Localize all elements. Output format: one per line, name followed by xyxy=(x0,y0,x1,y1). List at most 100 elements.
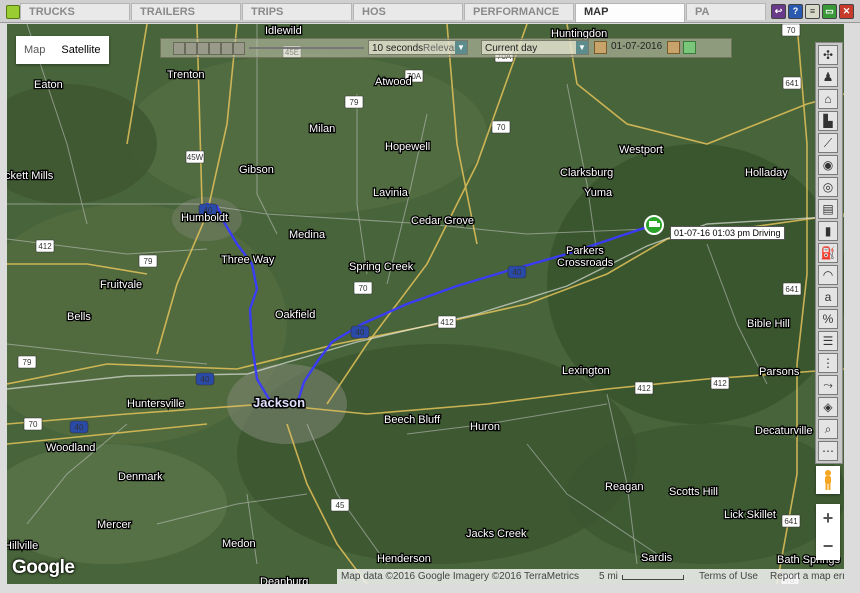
place-label: Hopewell xyxy=(385,141,430,153)
route-shield-label: 45W xyxy=(187,153,204,162)
zoom-out-button[interactable]: − xyxy=(816,532,840,560)
signal-icon[interactable]: ◠ xyxy=(818,265,838,285)
tab-map[interactable]: MAP xyxy=(575,3,685,22)
step-back-icon[interactable] xyxy=(185,42,197,55)
skip-start-icon[interactable] xyxy=(173,42,185,55)
tab-bar: TRUCKS TRAILERS TRIPS HOS PERFORMANCE MA… xyxy=(0,0,860,23)
place-label: Medon xyxy=(222,538,256,550)
route-shield-label: 641 xyxy=(784,517,798,526)
app-icon[interactable] xyxy=(6,5,20,19)
place-label: Huntersville xyxy=(127,398,184,410)
route-shield-icon: 641 xyxy=(782,282,802,296)
layers-icon[interactable]: ◈ xyxy=(818,397,838,417)
more-icon[interactable]: ⋯ xyxy=(818,441,838,461)
truck-icon[interactable]: ◉ xyxy=(818,155,838,175)
map-type-satellite-button[interactable]: Satellite xyxy=(53,36,108,64)
route-shield-label: 70 xyxy=(29,420,38,429)
playback-toolbar: 10 seconds Relevant ▼ Current day ▼ 01-0… xyxy=(160,38,732,58)
place-label: Yuma xyxy=(584,187,613,199)
route-shield-icon: 412 xyxy=(35,239,55,253)
report-error-link[interactable]: Report a map error xyxy=(770,569,844,584)
place-label: Three Way xyxy=(221,254,275,266)
route-shield-label: 40 xyxy=(201,375,210,384)
route-shield-icon: 641 xyxy=(782,76,802,90)
route-shield-icon: 412 xyxy=(634,381,654,395)
route-shield-label: 70 xyxy=(787,26,796,35)
pause-icon[interactable] xyxy=(209,42,221,55)
next-date-icon[interactable] xyxy=(667,41,680,54)
route-shield-label: 412 xyxy=(440,318,454,327)
ruler-icon[interactable]: ⟋ xyxy=(818,133,838,153)
route-shield-label: 40 xyxy=(513,268,522,277)
home-icon[interactable]: ⌂ xyxy=(818,89,838,109)
help-icon[interactable]: ? xyxy=(788,4,803,19)
step-forward-icon[interactable] xyxy=(221,42,233,55)
back-icon[interactable]: ↩ xyxy=(771,4,786,19)
map-type-control: Map Satellite xyxy=(16,36,109,64)
route-shield-label: 70 xyxy=(359,284,368,293)
route-shield-icon: 412 xyxy=(437,315,457,329)
window-icon[interactable]: ▭ xyxy=(822,4,837,19)
day-select[interactable]: Current day ▼ xyxy=(481,40,589,55)
place-label: Humboldt xyxy=(181,212,228,224)
prev-date-icon[interactable] xyxy=(594,41,607,54)
google-logo: Google xyxy=(12,557,75,578)
text-icon[interactable]: a xyxy=(818,287,838,307)
pan-icon[interactable]: ✣ xyxy=(818,45,838,65)
fuel-icon[interactable]: ▮ xyxy=(818,221,838,241)
route-shield-label: 641 xyxy=(785,285,799,294)
driver-icon[interactable]: ♟ xyxy=(818,67,838,87)
refresh-icon[interactable] xyxy=(683,41,696,54)
route-shield-icon: 45W xyxy=(185,150,205,164)
play-icon[interactable] xyxy=(197,42,209,55)
tab-pa[interactable]: PA xyxy=(686,3,766,20)
fuel-pump-icon[interactable]: ⛽ xyxy=(818,243,838,263)
route-shield-label: 70 xyxy=(497,123,506,132)
network-icon[interactable]: ⋮ xyxy=(818,353,838,373)
tab-trucks[interactable]: TRUCKS xyxy=(20,3,130,20)
tab-performance[interactable]: PERFORMANCE xyxy=(464,3,574,20)
zoom-in-button[interactable]: + xyxy=(816,504,840,532)
route-shield-label: 79 xyxy=(144,257,153,266)
place-label: Jacks Creek xyxy=(466,528,527,540)
route-shield-label: 79 xyxy=(350,98,359,107)
tab-label: TRUCKS xyxy=(29,6,75,18)
route-shield-icon: 412 xyxy=(710,376,730,390)
place-label: Spring Creek xyxy=(349,261,414,273)
route-shield-icon: 79 xyxy=(17,355,37,369)
skip-end-icon[interactable] xyxy=(233,42,245,55)
factory-icon[interactable]: ▙ xyxy=(818,111,838,131)
map-view[interactable]: 45E70A70A797045W704041279407041240641404… xyxy=(7,24,844,584)
place-label: Huron xyxy=(470,421,500,433)
route-shield-icon: 40 xyxy=(507,265,527,279)
route-shield-icon: 70 xyxy=(491,120,511,134)
map-type-map-button[interactable]: Map xyxy=(16,36,53,64)
tab-trailers[interactable]: TRAILERS xyxy=(131,3,241,20)
route-shield-icon: 70 xyxy=(781,24,801,37)
place-label: Woodland xyxy=(46,442,95,454)
terms-link[interactable]: Terms of Use xyxy=(699,569,758,584)
document-icon[interactable]: ≡ xyxy=(805,4,820,19)
speed-select[interactable]: 10 seconds Relevant ▼ xyxy=(368,40,468,55)
speed-value: 10 seconds xyxy=(372,43,424,54)
route-shield-icon: 40 xyxy=(195,372,215,386)
compass-icon[interactable]: ◎ xyxy=(818,177,838,197)
tab-hos[interactable]: HOS xyxy=(353,3,463,20)
tab-trips[interactable]: TRIPS xyxy=(242,3,352,20)
tab-label: PA xyxy=(695,6,710,18)
route-shield-icon: 641 xyxy=(781,514,801,528)
route-icon[interactable]: ⤳ xyxy=(818,375,838,395)
route-shield-icon: 79 xyxy=(138,254,158,268)
truck-icon xyxy=(649,221,657,227)
zoom-search-icon[interactable]: ⌕ xyxy=(818,419,838,439)
street-view-pegman-icon[interactable] xyxy=(816,466,840,494)
playback-slider[interactable] xyxy=(249,47,364,49)
chevron-down-icon: ▼ xyxy=(576,41,588,54)
scale-bar xyxy=(622,575,684,580)
measure-icon[interactable]: % xyxy=(818,309,838,329)
place-label: Denmark xyxy=(118,471,163,483)
place-label: Hillville xyxy=(7,540,38,552)
list-icon[interactable]: ☰ xyxy=(818,331,838,351)
close-icon[interactable]: ✕ xyxy=(839,4,854,19)
trailer-icon[interactable]: ▤ xyxy=(818,199,838,219)
